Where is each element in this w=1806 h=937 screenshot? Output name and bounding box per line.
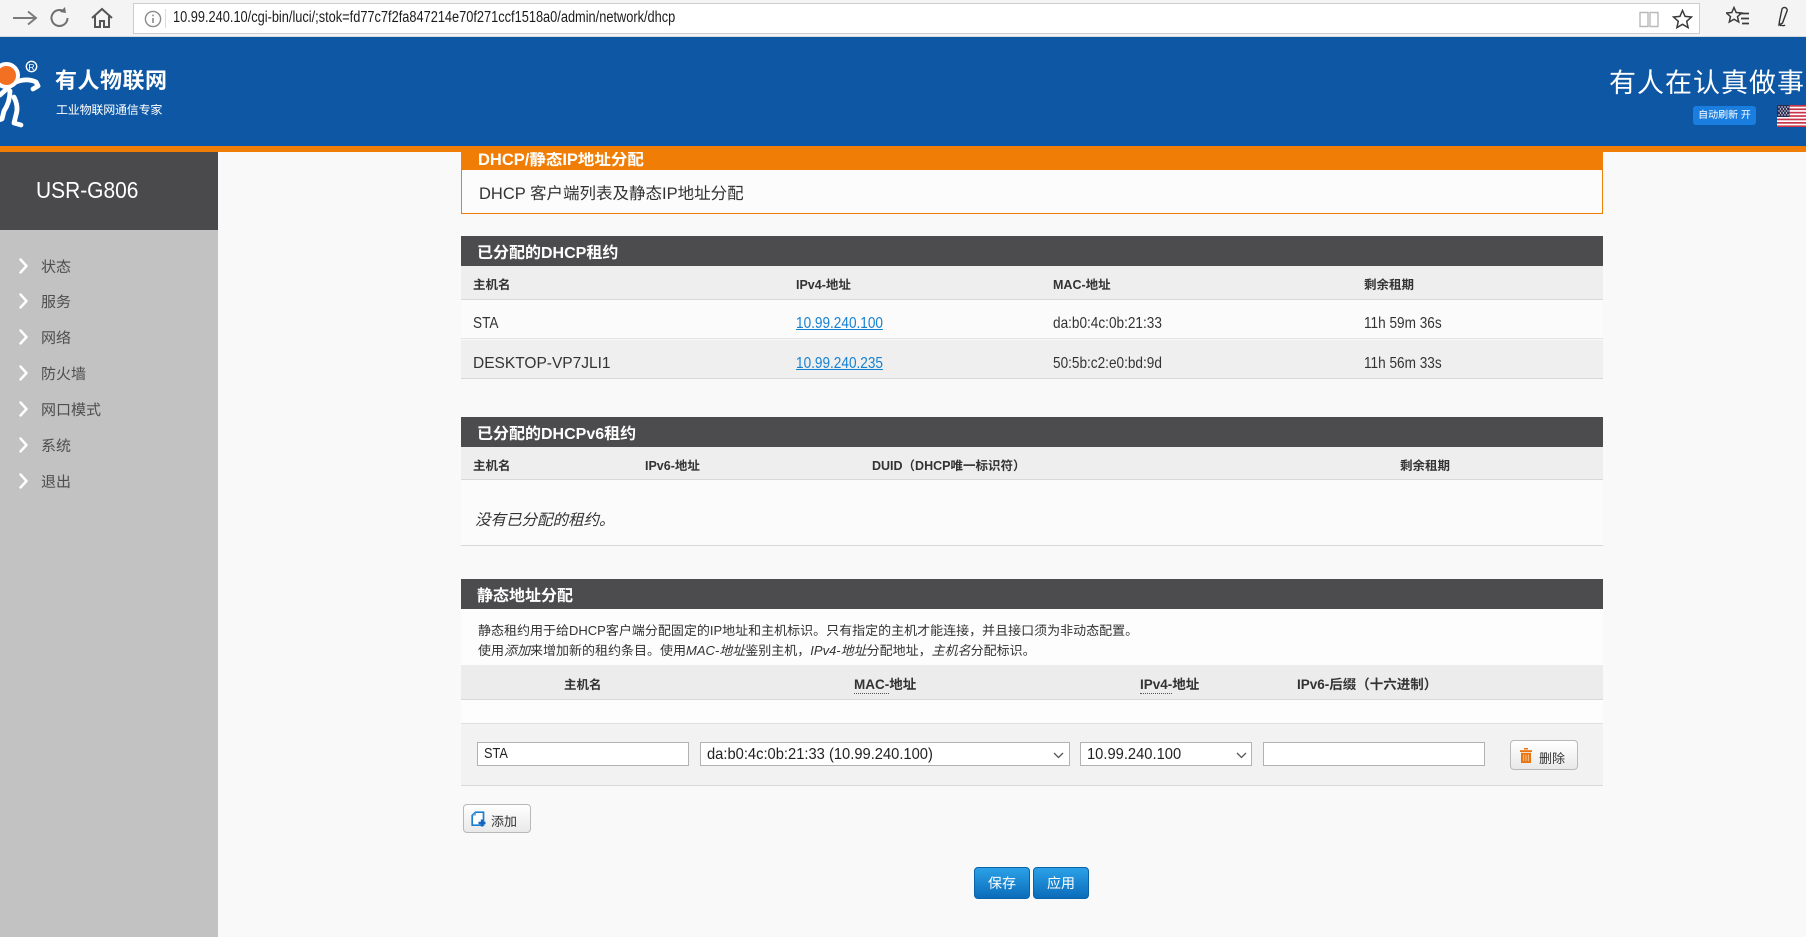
svg-text:R: R	[28, 62, 34, 72]
